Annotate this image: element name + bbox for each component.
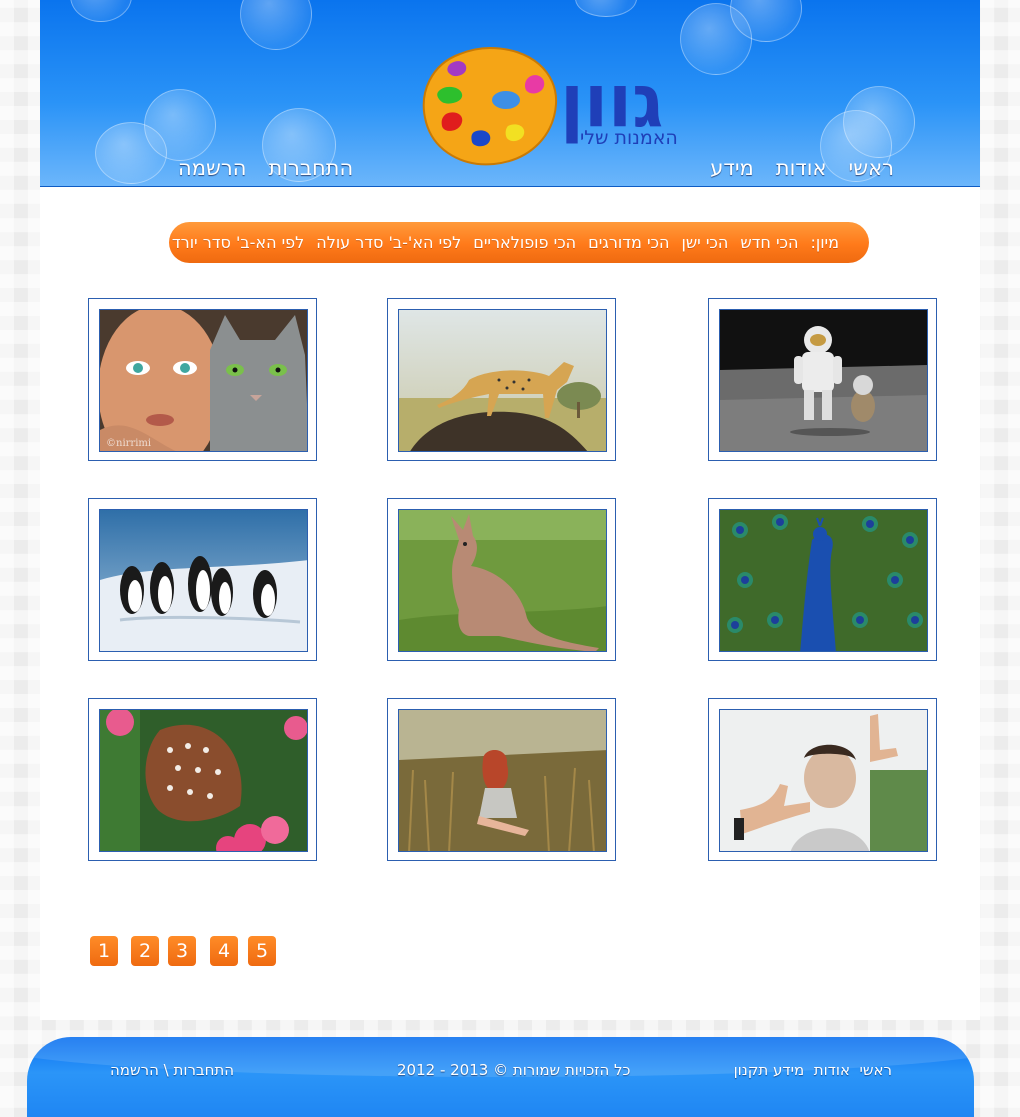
gallery-image[interactable] [719, 509, 928, 652]
gallery-item-girl-with-cat[interactable]: ©nirrimi [88, 298, 317, 461]
footer-info-link[interactable]: מידע תקנון [734, 1061, 805, 1079]
sort-alpha-desc[interactable]: לפי הא-ב' סדר יורד [172, 233, 304, 252]
site-header: גוון האמנות שלי ראשי אודות מידע התחברות … [40, 0, 980, 187]
footer-about-link[interactable]: אודות [814, 1061, 850, 1079]
nav-login[interactable]: התחברות [268, 156, 353, 180]
gallery-item-astronaut[interactable] [708, 298, 937, 461]
sort-top-rated[interactable]: הכי מדורגים [588, 233, 669, 252]
sort-newest[interactable]: הכי חדש [740, 233, 798, 252]
page-3-button[interactable]: 3 [168, 936, 196, 966]
gallery-image[interactable] [719, 309, 928, 452]
copyright: כל הזכויות שמורות © 2013 - 2012 [397, 1061, 631, 1079]
auth-nav: התחברות הרשמה [178, 156, 353, 180]
gallery-image[interactable]: ©nirrimi [99, 309, 308, 452]
gallery-image[interactable] [398, 509, 607, 652]
page-4-button[interactable]: 4 [210, 936, 238, 966]
gallery-image[interactable] [398, 309, 607, 452]
gallery-item-penguins[interactable] [88, 498, 317, 661]
gallery-item-hand-frame[interactable] [708, 698, 937, 861]
sort-oldest[interactable]: הכי ישן [681, 233, 728, 252]
footer-home-link[interactable]: ראשי [860, 1061, 892, 1079]
footer-register-link[interactable]: הרשמה [110, 1061, 159, 1079]
gallery-item-cheetah[interactable] [387, 298, 616, 461]
main-nav: ראשי אודות מידע [710, 156, 894, 180]
sort-alpha-asc[interactable]: לפי הא'-ב' סדר עולה [316, 233, 461, 252]
nav-register[interactable]: הרשמה [178, 156, 246, 180]
footer-auth: התחברות \ הרשמה [110, 1061, 234, 1079]
footer-separator: \ [163, 1061, 169, 1079]
sort-bar: מיון: הכי חדש הכי ישן הכי מדורגים הכי פו… [169, 222, 869, 263]
gallery-image[interactable] [398, 709, 607, 852]
image-watermark: ©nirrimi [106, 438, 152, 449]
footer-login-link[interactable]: התחברות [174, 1061, 235, 1079]
nav-about[interactable]: אודות [776, 156, 827, 180]
gallery-item-girl-in-field[interactable] [387, 698, 616, 861]
footer-nav: ראשי אודות מידע תקנון [734, 1061, 892, 1079]
nav-home[interactable]: ראשי [849, 156, 894, 180]
page-2-button[interactable]: 2 [131, 936, 159, 966]
page-5-button[interactable]: 5 [248, 936, 276, 966]
gallery-image[interactable] [99, 509, 308, 652]
page-1-button[interactable]: 1 [90, 936, 118, 966]
sort-label: מיון: [810, 233, 839, 252]
gallery-item-peacock[interactable] [708, 498, 937, 661]
main-content: מיון: הכי חדש הכי ישן הכי מדורגים הכי פו… [40, 187, 980, 1020]
gallery-image[interactable] [99, 709, 308, 852]
palette-logo-icon [420, 42, 560, 172]
nav-info[interactable]: מידע [710, 156, 754, 180]
gallery-item-butterfly[interactable] [88, 698, 317, 861]
gallery-item-wallaby[interactable] [387, 498, 616, 661]
gallery-image[interactable] [719, 709, 928, 852]
sort-most-popular[interactable]: הכי פופולאריים [473, 233, 576, 252]
site-subtitle: האמנות שלי [580, 127, 678, 149]
site-footer: ראשי אודות מידע תקנון כל הזכויות שמורות … [27, 1037, 974, 1117]
